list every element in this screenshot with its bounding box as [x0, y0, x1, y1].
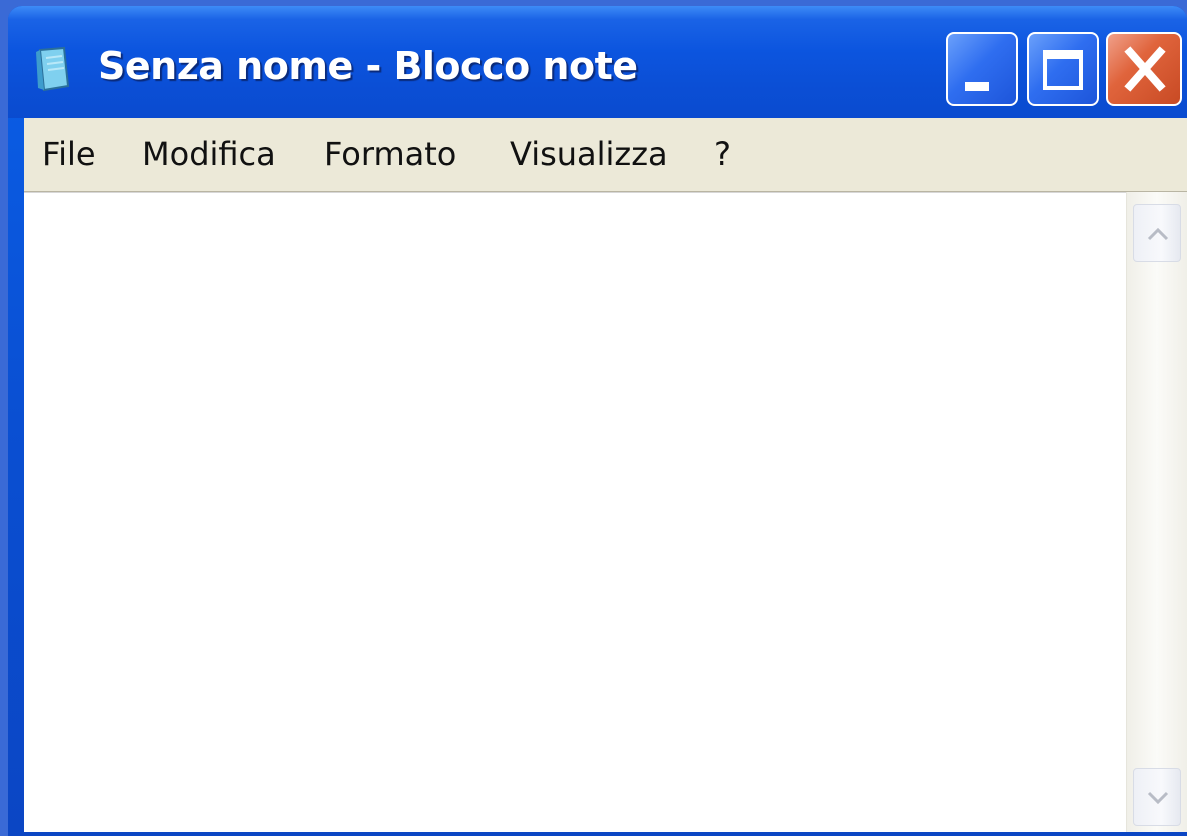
close-button[interactable] [1106, 32, 1182, 106]
title-bar[interactable]: Senza nome - Blocco note [8, 6, 1187, 118]
chevron-down-icon [1147, 791, 1169, 805]
menu-help[interactable]: ? [714, 135, 731, 173]
menu-modifica[interactable]: Modifica [142, 135, 276, 173]
chevron-up-icon [1147, 227, 1169, 241]
minimize-icon [965, 82, 989, 91]
menu-formato[interactable]: Formato [324, 135, 456, 173]
window-title: Senza nome - Blocco note [98, 44, 638, 88]
menu-visualizza[interactable]: Visualizza [510, 135, 668, 173]
window-bottom-border [24, 832, 1187, 836]
vertical-scrollbar[interactable] [1126, 192, 1187, 832]
minimize-button[interactable] [946, 32, 1018, 106]
maximize-button[interactable] [1027, 32, 1099, 106]
scroll-up-button[interactable] [1133, 204, 1181, 262]
notepad-window: Senza nome - Blocco note File Modifica F… [8, 6, 1187, 836]
menu-bar: File Modifica Formato Visualizza ? [24, 118, 1187, 192]
menu-file[interactable]: File [42, 135, 96, 173]
maximize-icon [1043, 50, 1083, 90]
notepad-icon[interactable] [34, 46, 74, 94]
scroll-down-button[interactable] [1133, 768, 1181, 826]
text-editor-area[interactable] [24, 192, 1126, 832]
close-icon [1118, 42, 1172, 96]
